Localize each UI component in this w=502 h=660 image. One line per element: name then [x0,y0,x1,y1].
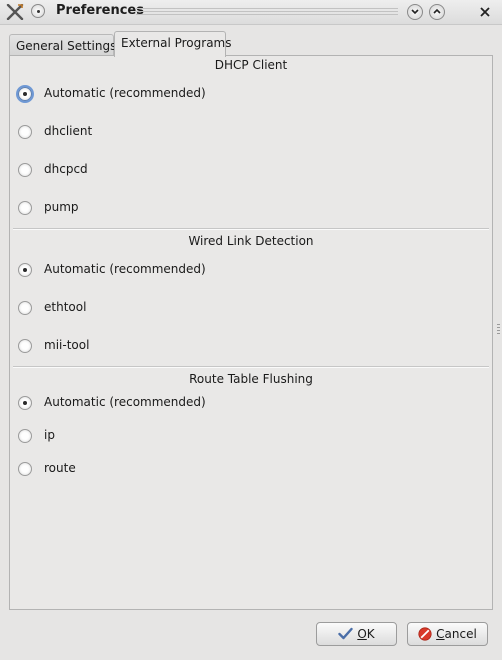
section-divider [13,366,489,368]
tab-external-programs[interactable]: External Programs [114,31,231,57]
radio-dhcpcd[interactable] [18,163,32,177]
cancel-label-rest: ancel [444,627,477,641]
chevron-down-icon[interactable] [407,4,423,20]
radio-wired-automatic[interactable] [18,263,32,277]
radio-label[interactable]: pump [44,200,79,214]
radio-label[interactable]: ethtool [44,300,86,314]
radio-ip[interactable] [18,429,32,443]
section-title-dhcp-client: DHCP Client [214,58,288,72]
ok-mnemonic: O [357,627,367,641]
radio-pump[interactable] [18,201,32,215]
close-icon[interactable] [476,3,494,21]
radio-route-automatic[interactable] [18,396,32,410]
radio-label[interactable]: dhclient [44,124,92,138]
ok-button[interactable]: OK [316,622,397,646]
window-title: Preferences [56,3,144,18]
radio-label[interactable]: Automatic (recommended) [44,86,206,100]
section-divider [13,228,489,230]
radio-label[interactable]: mii-tool [44,338,89,352]
chevron-up-icon[interactable] [429,4,445,20]
tab-general-settings[interactable]: General Settings [9,34,116,56]
radio-dhclient[interactable] [18,125,32,139]
radio-dhcp-automatic[interactable] [18,87,32,101]
cancel-button[interactable]: Cancel [407,622,488,646]
window-menu-icon[interactable] [31,4,45,18]
resize-grip[interactable] [497,324,500,334]
radio-label[interactable]: Automatic (recommended) [44,262,206,276]
radio-route[interactable] [18,462,32,476]
cancel-icon [418,626,432,641]
radio-mii-tool[interactable] [18,339,32,353]
section-title-wired-link-detection: Wired Link Detection [188,234,314,248]
ok-label-rest: K [366,627,375,641]
radio-ethtool[interactable] [18,301,32,315]
cancel-mnemonic: C [436,627,445,641]
section-title-route-table-flushing: Route Table Flushing [189,372,313,386]
radio-label[interactable]: ip [44,428,55,442]
x-tools-icon [6,4,24,20]
title-bar-decoration [136,8,398,17]
tab-panel: DHCP Client Automatic (recommended) dhcl… [9,55,493,610]
checkmark-icon [338,627,354,640]
radio-label[interactable]: dhcpcd [44,162,88,176]
radio-label[interactable]: Automatic (recommended) [44,395,206,409]
radio-label[interactable]: route [44,461,76,475]
